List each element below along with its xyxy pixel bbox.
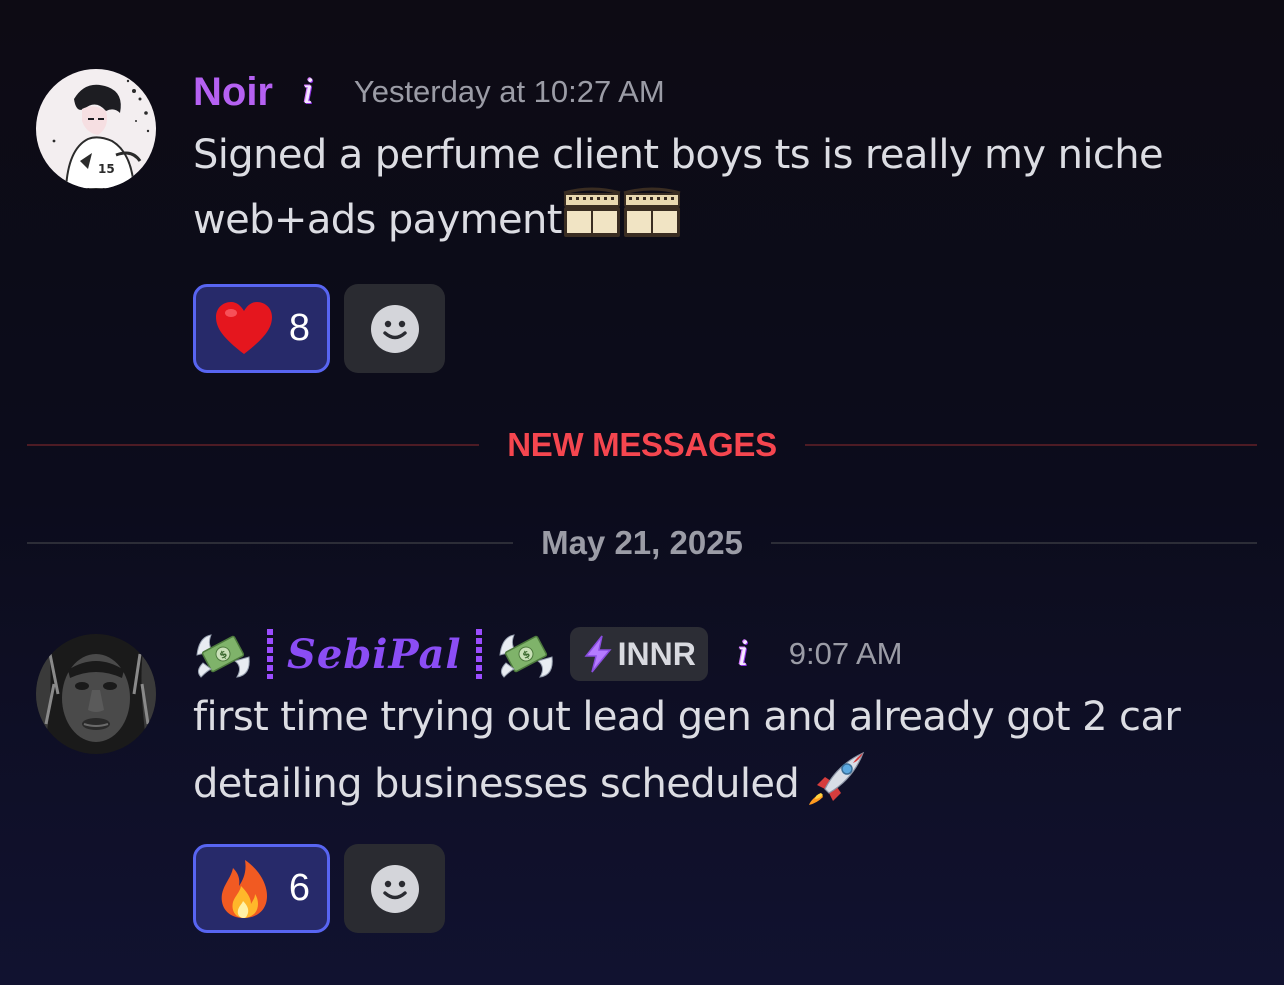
message-text-line2: detailing businesses scheduled — [193, 761, 800, 807]
message-text: first time trying out lead gen and alrea… — [193, 686, 1244, 816]
info-icon[interactable]: i — [303, 75, 314, 109]
smiley-add-reaction-icon — [370, 304, 420, 354]
username[interactable]: SebiPal — [287, 631, 462, 678]
reaction-heart[interactable]: 8 — [193, 284, 330, 373]
role-tag[interactable]: INNR — [569, 627, 708, 681]
name-separator — [267, 629, 273, 679]
timestamp: Yesterday at 10:27 AM — [353, 74, 665, 109]
divider-line — [804, 444, 1258, 446]
film-frames-icon — [623, 187, 681, 237]
reactions-bar: 6 — [193, 844, 1244, 933]
avatar-noir[interactable]: 15 — [36, 69, 156, 189]
add-reaction-button[interactable] — [344, 284, 445, 373]
new-messages-divider: NEW MESSAGES — [27, 426, 1258, 464]
red-heart-icon — [215, 301, 272, 354]
message-text-line2: web+ads payment — [193, 197, 562, 243]
role-tag-label: INNR — [617, 635, 696, 672]
divider-line — [27, 444, 480, 446]
author-row: $ SebiPal $ INNR i 9:07 AM — [193, 627, 1244, 681]
name-separator — [475, 629, 482, 679]
reactions-bar: 8 — [193, 284, 1244, 373]
message-text-line1: Signed a perfume client boys ts is reall… — [193, 132, 1164, 178]
rocket-icon — [809, 751, 865, 805]
portrait-avatar-image — [36, 634, 156, 754]
svg-text:15: 15 — [98, 162, 115, 176]
fire-icon — [221, 859, 267, 918]
info-icon[interactable]: i — [738, 637, 749, 671]
avatar-sebipal[interactable] — [36, 634, 156, 754]
add-reaction-button[interactable] — [344, 844, 445, 933]
anime-avatar-image: 15 — [36, 69, 156, 189]
film-frames-icon — [563, 187, 621, 237]
timestamp: 9:07 AM — [788, 636, 903, 671]
date-label: May 21, 2025 — [541, 524, 743, 561]
reaction-count: 8 — [288, 307, 311, 349]
reaction-fire[interactable]: 6 — [193, 844, 330, 933]
divider-line — [27, 542, 514, 544]
message-text: Signed a perfume client boys ts is reall… — [193, 124, 1244, 252]
money-with-wings-icon: $ — [499, 634, 553, 678]
money-with-wings-icon: $ — [196, 634, 250, 678]
reaction-count: 6 — [288, 867, 311, 909]
lightning-bolt-icon — [584, 635, 612, 673]
date-divider: May 21, 2025 — [27, 524, 1258, 562]
message-text-line1: first time trying out lead gen and alrea… — [193, 694, 1181, 740]
new-messages-label: NEW MESSAGES — [507, 426, 777, 463]
username[interactable]: Noir — [193, 70, 273, 115]
smiley-add-reaction-icon — [370, 864, 420, 914]
divider-line — [770, 542, 1258, 544]
